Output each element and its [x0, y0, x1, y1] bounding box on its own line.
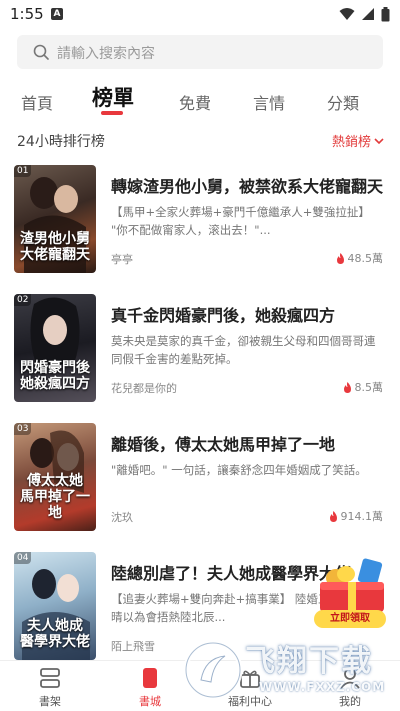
heat-value: 8.5萬 — [354, 381, 384, 394]
search-bar[interactable]: 請輸入搜索內容 — [17, 35, 383, 69]
book-author: 沈玖 — [111, 511, 133, 524]
book-heat: 8.5萬 — [343, 379, 384, 395]
cover-rank: 01 — [14, 165, 32, 177]
book-title: 真千金閃婚豪門後，她殺瘋四方 — [111, 306, 336, 325]
cover-rank: 03 — [14, 423, 32, 435]
heat-value: 48.5萬 — [347, 252, 384, 265]
cover-title: 閃婚豪門後 她殺瘋四方 — [20, 360, 90, 392]
ranking-sort-dropdown[interactable]: 熱銷榜 — [332, 131, 384, 150]
book-author: 亭亭 — [111, 253, 133, 266]
book-cover[interactable]: 01 渣男他小舅 大佬寵翻天 — [14, 165, 96, 273]
book-title: 離婚後，傅太太她馬甲掉了一地 — [111, 435, 336, 454]
cover-title: 傅太太她 馬甲掉了一地 — [20, 473, 90, 521]
book-item[interactable]: 02 閃婚豪門後 她殺瘋四方 真千金閃婚豪門後，她殺瘋四方 莫未央是莫家的真千金… — [0, 294, 400, 414]
tab-categories[interactable]: 分類 — [327, 90, 359, 114]
tab-rankings[interactable]: 榜單 — [92, 82, 134, 112]
nav-welfare-center[interactable]: 福利中心 — [200, 661, 300, 711]
ranking-sort-label: 熱銷榜 — [331, 135, 371, 150]
heat-value: 914.1萬 — [340, 510, 384, 523]
book-title: 轉嫁渣男他小舅，被禁欲系大佬寵翻天 — [111, 177, 384, 196]
chevron-down-icon — [374, 137, 384, 144]
active-tab-indicator — [101, 111, 123, 115]
book-cover[interactable]: 03 傅太太她 馬甲掉了一地 — [14, 423, 96, 531]
nav-bookshelf[interactable]: 書架 — [0, 661, 100, 711]
bottom-nav: 書架 書城 福利中心 我的 — [0, 660, 400, 711]
nav-bookstore[interactable]: 書城 — [100, 661, 200, 711]
nav-label: 書架 — [39, 695, 61, 708]
search-placeholder: 請輸入搜索內容 — [57, 46, 155, 62]
tab-free[interactable]: 免費 — [179, 90, 211, 114]
signal-icon — [362, 8, 374, 20]
book-author: 陌上飛雪 — [111, 640, 155, 653]
cover-title: 渣男他小舅 大佬寵翻天 — [20, 231, 90, 263]
wifi-icon — [339, 8, 355, 20]
book-description: 莫未央是莫家的真千金，卻被親生父母和四個哥哥連同假千金害的差點死掉。 — [111, 334, 376, 366]
claim-now-button[interactable]: 立即領取 — [314, 610, 386, 628]
book-heat: 48.5萬 — [336, 250, 384, 266]
bookstore-icon — [143, 668, 157, 688]
nav-profile[interactable]: 我的 — [300, 661, 400, 711]
book-description: 【馬甲+全家火葬場+豪門千億繼承人+雙強拉扯】 "你不配做甯家人，滚出去！"..… — [111, 205, 370, 237]
cover-title: 夫人她成 醫學界大佬 — [20, 618, 90, 650]
promo-gift-widget[interactable]: 立即領取 — [312, 556, 392, 630]
gift-box-icon — [320, 558, 384, 612]
tab-home[interactable]: 首頁 — [21, 90, 53, 114]
status-icons — [339, 6, 390, 22]
flame-icon — [329, 510, 337, 522]
tab-romance[interactable]: 言情 — [253, 90, 285, 114]
book-item[interactable]: 03 傅太太她 馬甲掉了一地 離婚後，傅太太她馬甲掉了一地 "離婚吧。" 一句話… — [0, 423, 400, 543]
flame-icon — [343, 381, 351, 393]
book-cover[interactable]: 02 閃婚豪門後 她殺瘋四方 — [14, 294, 96, 402]
gift-icon — [240, 670, 260, 688]
book-cover[interactable]: 04 夫人她成 醫學界大佬 — [14, 552, 96, 660]
book-description: "離婚吧。" 一句話，讓秦舒念四年婚姻成了笑話。 — [111, 463, 367, 477]
book-author: 花兒都是你的 — [111, 382, 177, 395]
status-bar: 1:55 A — [0, 0, 400, 28]
nav-label: 我的 — [339, 695, 361, 708]
ranking-title: 24小時排行榜 — [17, 134, 105, 150]
nav-label: 書城 — [139, 695, 161, 708]
cover-rank: 04 — [14, 552, 32, 564]
status-time: 1:55 — [10, 5, 44, 23]
bookshelf-icon — [40, 668, 60, 688]
book-heat: 914.1萬 — [329, 508, 384, 524]
cover-rank: 02 — [14, 294, 32, 306]
profile-icon — [340, 668, 360, 689]
notification-icon: A — [51, 8, 63, 20]
category-tabs: 首頁 榜單 免費 言情 分類 — [0, 82, 400, 122]
flame-icon — [336, 252, 344, 264]
search-icon — [33, 44, 49, 60]
nav-label: 福利中心 — [228, 695, 272, 708]
battery-icon — [381, 6, 390, 21]
book-item[interactable]: 01 渣男他小舅 大佬寵翻天 轉嫁渣男他小舅，被禁欲系大佬寵翻天 【馬甲+全家火… — [0, 165, 400, 285]
